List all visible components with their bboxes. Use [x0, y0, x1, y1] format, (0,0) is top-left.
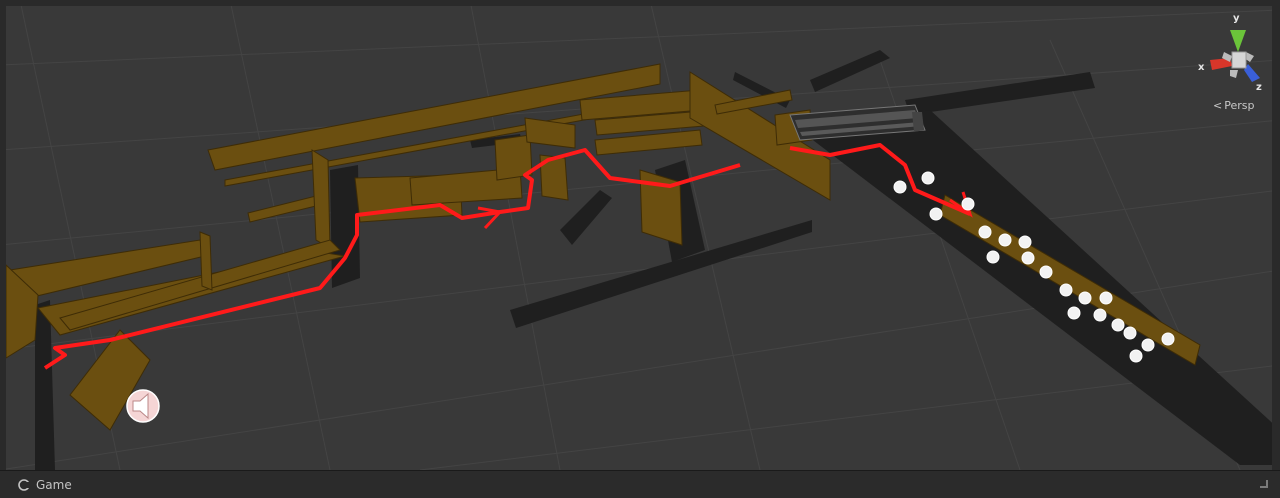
viewport-frame-left	[0, 0, 6, 470]
game-tab-label: Game	[36, 478, 72, 492]
gizmo-z-label: z	[1256, 82, 1262, 93]
scene-canvas[interactable]	[0, 0, 1280, 470]
resize-grip-icon[interactable]	[1260, 480, 1268, 488]
navigation-path-arrow	[477, 206, 503, 230]
chevron-left-icon: <	[1213, 99, 1223, 112]
orientation-gizmo[interactable]	[1210, 30, 1260, 82]
bottom-tab-bar: Game	[0, 470, 1280, 498]
scene-view[interactable]: y x z < Persp	[0, 0, 1280, 470]
viewport-frame-top	[0, 0, 1280, 6]
projection-toggle[interactable]: < Persp	[1213, 99, 1254, 112]
gizmo-y-label: y	[1233, 13, 1240, 24]
gizmo-x-label: x	[1198, 62, 1205, 73]
projection-label: Persp	[1224, 99, 1255, 112]
game-tab[interactable]: Game	[18, 475, 72, 495]
viewport-frame-right	[1272, 0, 1280, 470]
game-controller-icon	[18, 479, 30, 491]
audio-source-icon[interactable]	[126, 389, 160, 423]
